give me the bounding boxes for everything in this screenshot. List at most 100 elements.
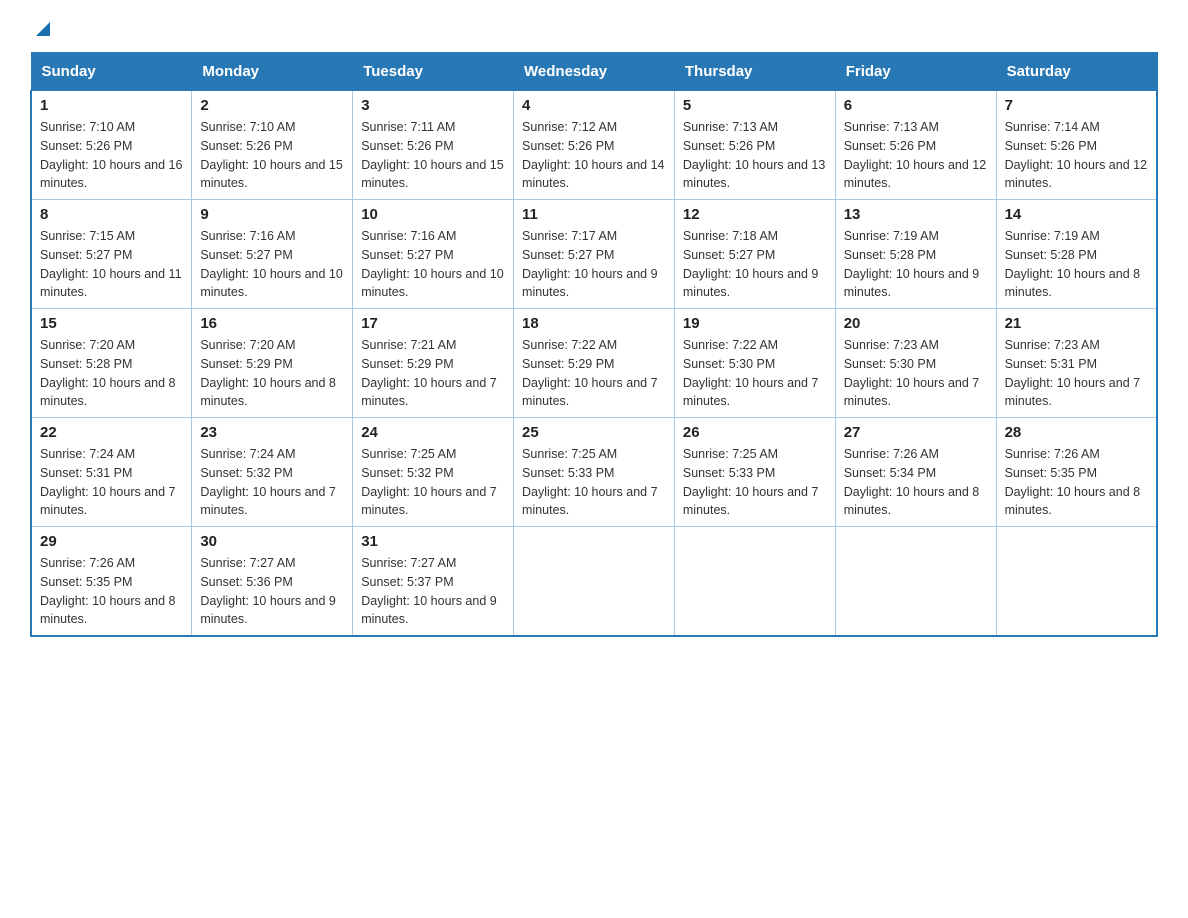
sunrise-label: Sunrise: 7:10 AM	[200, 120, 295, 134]
sunset-label: Sunset: 5:29 PM	[522, 357, 614, 371]
sunset-label: Sunset: 5:27 PM	[683, 248, 775, 262]
sunset-label: Sunset: 5:26 PM	[361, 139, 453, 153]
daylight-label: Daylight: 10 hours and 13 minutes.	[683, 158, 825, 191]
day-number: 29	[40, 533, 183, 550]
day-number: 30	[200, 533, 344, 550]
sunrise-label: Sunrise: 7:25 AM	[522, 447, 617, 461]
calendar-cell	[996, 527, 1157, 637]
sunset-label: Sunset: 5:27 PM	[40, 248, 132, 262]
column-header-thursday: Thursday	[674, 53, 835, 91]
calendar-cell: 25 Sunrise: 7:25 AM Sunset: 5:33 PM Dayl…	[514, 418, 675, 527]
day-number: 19	[683, 315, 827, 332]
sunset-label: Sunset: 5:35 PM	[40, 575, 132, 589]
calendar-cell: 10 Sunrise: 7:16 AM Sunset: 5:27 PM Dayl…	[353, 200, 514, 309]
daylight-label: Daylight: 10 hours and 8 minutes.	[40, 376, 176, 409]
sunrise-label: Sunrise: 7:22 AM	[522, 338, 617, 352]
day-info: Sunrise: 7:27 AM Sunset: 5:36 PM Dayligh…	[200, 554, 344, 629]
calendar-cell: 22 Sunrise: 7:24 AM Sunset: 5:31 PM Dayl…	[31, 418, 192, 527]
daylight-label: Daylight: 10 hours and 9 minutes.	[683, 267, 819, 300]
calendar-cell: 9 Sunrise: 7:16 AM Sunset: 5:27 PM Dayli…	[192, 200, 353, 309]
daylight-label: Daylight: 10 hours and 12 minutes.	[844, 158, 986, 191]
sunrise-label: Sunrise: 7:10 AM	[40, 120, 135, 134]
day-number: 12	[683, 206, 827, 223]
sunset-label: Sunset: 5:32 PM	[361, 466, 453, 480]
calendar-cell: 14 Sunrise: 7:19 AM Sunset: 5:28 PM Dayl…	[996, 200, 1157, 309]
day-info: Sunrise: 7:22 AM Sunset: 5:30 PM Dayligh…	[683, 336, 827, 411]
calendar-cell: 23 Sunrise: 7:24 AM Sunset: 5:32 PM Dayl…	[192, 418, 353, 527]
sunrise-label: Sunrise: 7:19 AM	[844, 229, 939, 243]
day-number: 3	[361, 97, 505, 114]
sunrise-label: Sunrise: 7:20 AM	[200, 338, 295, 352]
calendar-cell: 8 Sunrise: 7:15 AM Sunset: 5:27 PM Dayli…	[31, 200, 192, 309]
day-info: Sunrise: 7:23 AM Sunset: 5:31 PM Dayligh…	[1005, 336, 1148, 411]
day-number: 31	[361, 533, 505, 550]
calendar-table: SundayMondayTuesdayWednesdayThursdayFrid…	[30, 52, 1158, 637]
daylight-label: Daylight: 10 hours and 8 minutes.	[844, 485, 980, 518]
calendar-week-row: 1 Sunrise: 7:10 AM Sunset: 5:26 PM Dayli…	[31, 91, 1157, 200]
calendar-cell: 5 Sunrise: 7:13 AM Sunset: 5:26 PM Dayli…	[674, 91, 835, 200]
day-number: 26	[683, 424, 827, 441]
day-number: 5	[683, 97, 827, 114]
sunset-label: Sunset: 5:26 PM	[683, 139, 775, 153]
day-info: Sunrise: 7:25 AM Sunset: 5:32 PM Dayligh…	[361, 445, 505, 520]
sunset-label: Sunset: 5:36 PM	[200, 575, 292, 589]
calendar-cell: 31 Sunrise: 7:27 AM Sunset: 5:37 PM Dayl…	[353, 527, 514, 637]
sunset-label: Sunset: 5:28 PM	[844, 248, 936, 262]
day-number: 22	[40, 424, 183, 441]
calendar-cell: 15 Sunrise: 7:20 AM Sunset: 5:28 PM Dayl…	[31, 309, 192, 418]
sunset-label: Sunset: 5:27 PM	[200, 248, 292, 262]
day-info: Sunrise: 7:26 AM Sunset: 5:35 PM Dayligh…	[1005, 445, 1148, 520]
sunrise-label: Sunrise: 7:19 AM	[1005, 229, 1100, 243]
daylight-label: Daylight: 10 hours and 7 minutes.	[1005, 376, 1141, 409]
calendar-week-row: 22 Sunrise: 7:24 AM Sunset: 5:31 PM Dayl…	[31, 418, 1157, 527]
day-info: Sunrise: 7:27 AM Sunset: 5:37 PM Dayligh…	[361, 554, 505, 629]
sunset-label: Sunset: 5:29 PM	[361, 357, 453, 371]
calendar-cell: 6 Sunrise: 7:13 AM Sunset: 5:26 PM Dayli…	[835, 91, 996, 200]
day-number: 11	[522, 206, 666, 223]
daylight-label: Daylight: 10 hours and 7 minutes.	[844, 376, 980, 409]
calendar-cell	[514, 527, 675, 637]
day-number: 24	[361, 424, 505, 441]
sunset-label: Sunset: 5:31 PM	[40, 466, 132, 480]
sunrise-label: Sunrise: 7:15 AM	[40, 229, 135, 243]
sunset-label: Sunset: 5:30 PM	[683, 357, 775, 371]
sunrise-label: Sunrise: 7:25 AM	[683, 447, 778, 461]
sunset-label: Sunset: 5:33 PM	[683, 466, 775, 480]
day-info: Sunrise: 7:13 AM Sunset: 5:26 PM Dayligh…	[844, 118, 988, 193]
sunrise-label: Sunrise: 7:23 AM	[844, 338, 939, 352]
sunset-label: Sunset: 5:32 PM	[200, 466, 292, 480]
day-info: Sunrise: 7:20 AM Sunset: 5:29 PM Dayligh…	[200, 336, 344, 411]
sunrise-label: Sunrise: 7:24 AM	[40, 447, 135, 461]
day-info: Sunrise: 7:26 AM Sunset: 5:35 PM Dayligh…	[40, 554, 183, 629]
daylight-label: Daylight: 10 hours and 7 minutes.	[361, 485, 497, 518]
calendar-cell: 16 Sunrise: 7:20 AM Sunset: 5:29 PM Dayl…	[192, 309, 353, 418]
day-info: Sunrise: 7:23 AM Sunset: 5:30 PM Dayligh…	[844, 336, 988, 411]
calendar-cell: 24 Sunrise: 7:25 AM Sunset: 5:32 PM Dayl…	[353, 418, 514, 527]
daylight-label: Daylight: 10 hours and 8 minutes.	[1005, 485, 1141, 518]
calendar-cell: 1 Sunrise: 7:10 AM Sunset: 5:26 PM Dayli…	[31, 91, 192, 200]
day-number: 14	[1005, 206, 1148, 223]
day-number: 7	[1005, 97, 1148, 114]
day-number: 2	[200, 97, 344, 114]
calendar-cell: 7 Sunrise: 7:14 AM Sunset: 5:26 PM Dayli…	[996, 91, 1157, 200]
sunrise-label: Sunrise: 7:17 AM	[522, 229, 617, 243]
sunrise-label: Sunrise: 7:26 AM	[40, 556, 135, 570]
day-number: 23	[200, 424, 344, 441]
day-info: Sunrise: 7:15 AM Sunset: 5:27 PM Dayligh…	[40, 227, 183, 302]
sunrise-label: Sunrise: 7:22 AM	[683, 338, 778, 352]
calendar-cell	[674, 527, 835, 637]
day-number: 8	[40, 206, 183, 223]
day-number: 20	[844, 315, 988, 332]
daylight-label: Daylight: 10 hours and 9 minutes.	[522, 267, 658, 300]
daylight-label: Daylight: 10 hours and 10 minutes.	[200, 267, 342, 300]
calendar-cell: 29 Sunrise: 7:26 AM Sunset: 5:35 PM Dayl…	[31, 527, 192, 637]
sunrise-label: Sunrise: 7:26 AM	[1005, 447, 1100, 461]
sunset-label: Sunset: 5:27 PM	[522, 248, 614, 262]
daylight-label: Daylight: 10 hours and 8 minutes.	[40, 594, 176, 627]
daylight-label: Daylight: 10 hours and 11 minutes.	[40, 267, 182, 300]
calendar-cell: 3 Sunrise: 7:11 AM Sunset: 5:26 PM Dayli…	[353, 91, 514, 200]
day-number: 25	[522, 424, 666, 441]
day-number: 21	[1005, 315, 1148, 332]
day-number: 6	[844, 97, 988, 114]
sunset-label: Sunset: 5:28 PM	[1005, 248, 1097, 262]
